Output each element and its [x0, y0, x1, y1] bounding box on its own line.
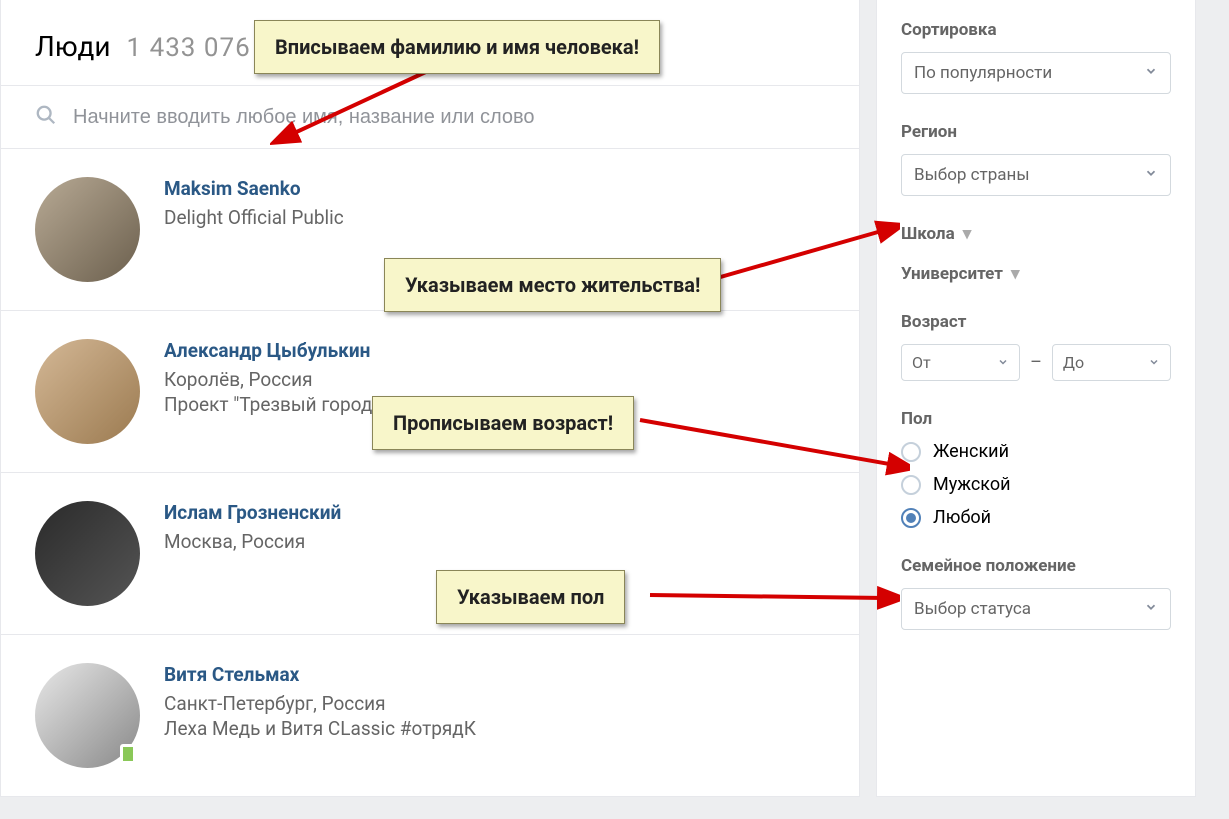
radio-label: Мужской	[933, 474, 1010, 495]
person-name[interactable]: Александр Цыбулькин	[164, 339, 825, 362]
person-detail: Delight Official Public	[164, 206, 825, 229]
radio-icon	[901, 508, 921, 528]
gender-label: Пол	[901, 409, 1171, 429]
page-title: Люди	[35, 30, 111, 63]
caret-down-icon: ▾	[1011, 264, 1020, 284]
callout-age: Прописываем возраст!	[372, 396, 634, 450]
search-icon	[35, 104, 57, 130]
marital-value: Выбор статуса	[914, 599, 1031, 619]
person-detail: Санкт-Петербург, Россия	[164, 692, 825, 715]
age-from-select[interactable]: От	[901, 344, 1020, 381]
avatar[interactable]	[35, 339, 140, 444]
callout-location: Указываем место жительства!	[384, 258, 721, 312]
radio-icon	[901, 475, 921, 495]
school-link[interactable]: Школа ▾	[901, 224, 1171, 244]
age-from-value: От	[912, 353, 931, 372]
age-separator: –	[1030, 352, 1042, 373]
region-value: Выбор страны	[914, 165, 1030, 185]
search-input[interactable]	[73, 106, 825, 129]
person-name[interactable]: Ислам Грозненский	[164, 501, 825, 524]
avatar[interactable]	[35, 177, 140, 282]
sort-label: Сортировка	[901, 20, 1171, 40]
region-select[interactable]: Выбор страны	[901, 154, 1171, 196]
person-detail: Москва, Россия	[164, 530, 825, 553]
person-card: Ислам Грозненский Москва, Россия	[1, 473, 859, 635]
gender-radio-group: Женский Мужской Любой	[901, 441, 1171, 528]
chevron-down-icon	[1148, 353, 1160, 372]
sort-value: По популярности	[914, 63, 1052, 83]
avatar[interactable]	[35, 663, 140, 768]
marital-label: Семейное положение	[901, 556, 1171, 576]
avatar[interactable]	[35, 501, 140, 606]
chevron-down-icon	[1144, 63, 1158, 83]
radio-icon	[901, 442, 921, 462]
university-link[interactable]: Университет ▾	[901, 264, 1171, 284]
chevron-down-icon	[1144, 165, 1158, 185]
person-info: Витя Стельмах Санкт-Петербург, Россия Ле…	[164, 663, 825, 768]
radio-label: Женский	[933, 441, 1009, 462]
person-card: Витя Стельмах Санкт-Петербург, Россия Ле…	[1, 635, 859, 796]
search-row	[1, 86, 859, 149]
online-mobile-icon	[120, 744, 136, 764]
chevron-down-icon	[997, 353, 1009, 372]
sort-select[interactable]: По популярности	[901, 52, 1171, 94]
radio-label: Любой	[933, 507, 991, 528]
person-name[interactable]: Витя Стельмах	[164, 663, 825, 686]
chevron-down-icon	[1144, 599, 1158, 619]
callout-name: Вписываем фамилию и имя человека!	[254, 20, 660, 74]
person-detail: Леха Медь и Витя CLassic #отрядК	[164, 717, 825, 740]
results-count: 1 433 076	[127, 33, 251, 63]
marital-select[interactable]: Выбор статуса	[901, 588, 1171, 630]
gender-any-radio[interactable]: Любой	[901, 507, 1171, 528]
age-row: От – До	[901, 344, 1171, 381]
person-name[interactable]: Maksim Saenko	[164, 177, 825, 200]
age-to-value: До	[1063, 353, 1084, 372]
person-detail: Королёв, Россия	[164, 368, 825, 391]
filter-sidebar: Сортировка По популярности Регион Выбор …	[876, 0, 1196, 797]
region-label: Регион	[901, 122, 1171, 142]
age-label: Возраст	[901, 312, 1171, 332]
caret-down-icon: ▾	[963, 224, 972, 244]
callout-gender: Указываем пол	[436, 570, 625, 624]
gender-male-radio[interactable]: Мужской	[901, 474, 1171, 495]
age-to-select[interactable]: До	[1052, 344, 1171, 381]
gender-female-radio[interactable]: Женский	[901, 441, 1171, 462]
